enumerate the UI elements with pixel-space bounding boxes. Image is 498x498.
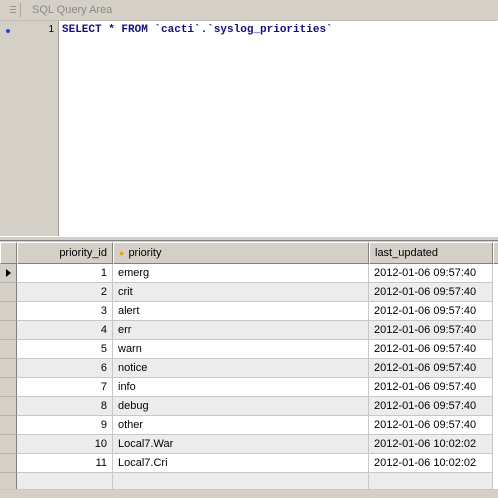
- table-row[interactable]: 11 Local7.Cri 2012-01-06 10:02:02: [0, 454, 498, 473]
- row-selector[interactable]: [0, 321, 17, 340]
- row-selector[interactable]: [0, 264, 17, 283]
- result-grid[interactable]: priority_id ● priority last_updated 1 eme…: [0, 242, 498, 498]
- key-icon: ●: [119, 248, 125, 258]
- table-row[interactable]: 4 err 2012-01-06 09:57:40: [0, 321, 498, 340]
- cell-priority[interactable]: info: [113, 378, 369, 397]
- table-row[interactable]: 6 notice 2012-01-06 09:57:40: [0, 359, 498, 378]
- cell-last-updated[interactable]: 2012-01-06 09:57:40: [369, 378, 493, 397]
- query-area-title: SQL Query Area: [32, 4, 113, 16]
- current-row-arrow-icon: [6, 269, 11, 277]
- cell-priority[interactable]: warn: [113, 340, 369, 359]
- column-header-priority-id[interactable]: priority_id: [17, 242, 113, 264]
- cell-priority[interactable]: err: [113, 321, 369, 340]
- table-row[interactable]: 8 debug 2012-01-06 09:57:40: [0, 397, 498, 416]
- table-row[interactable]: 10 Local7.War 2012-01-06 10:02:02: [0, 435, 498, 454]
- cell-last-updated[interactable]: 2012-01-06 09:57:40: [369, 321, 493, 340]
- cell-last-updated[interactable]: 2012-01-06 09:57:40: [369, 397, 493, 416]
- cell-priority[interactable]: notice: [113, 359, 369, 378]
- cell-priority-id[interactable]: 6: [17, 359, 113, 378]
- row-selector[interactable]: [0, 359, 17, 378]
- line-gutter: 1: [0, 21, 59, 236]
- cell-priority[interactable]: alert: [113, 302, 369, 321]
- cell-priority[interactable]: debug: [113, 397, 369, 416]
- sql-editor[interactable]: SELECT * FROM `cacti`.`syslog_priorities…: [59, 21, 498, 236]
- cell-priority[interactable]: Local7.Cri: [113, 454, 369, 473]
- row-selector[interactable]: [0, 378, 17, 397]
- cell-last-updated[interactable]: 2012-01-06 09:57:40: [369, 359, 493, 378]
- cell-last-updated[interactable]: 2012-01-06 09:57:40: [369, 264, 493, 283]
- cell-priority-id[interactable]: 2: [17, 283, 113, 302]
- column-header-priority[interactable]: ● priority: [113, 242, 369, 264]
- cell-priority-id[interactable]: 11: [17, 454, 113, 473]
- column-header-label: priority: [128, 247, 162, 259]
- row-selector[interactable]: [0, 397, 17, 416]
- column-header-last-updated[interactable]: last_updated: [369, 242, 493, 264]
- cell-priority[interactable]: Local7.War: [113, 435, 369, 454]
- table-row[interactable]: 7 info 2012-01-06 09:57:40: [0, 378, 498, 397]
- query-area-header: SQL Query Area: [0, 0, 496, 21]
- table-row[interactable]: 1 emerg 2012-01-06 09:57:40: [0, 264, 498, 283]
- cell-last-updated[interactable]: 2012-01-06 09:57:40: [369, 340, 493, 359]
- cell-priority-id[interactable]: 1: [17, 264, 113, 283]
- cell-last-updated[interactable]: 2012-01-06 09:57:40: [369, 283, 493, 302]
- sql-query-text[interactable]: SELECT * FROM `cacti`.`syslog_priorities…: [62, 24, 333, 37]
- table-row[interactable]: 5 warn 2012-01-06 09:57:40: [0, 340, 498, 359]
- row-selector[interactable]: [0, 283, 17, 302]
- table-row[interactable]: 2 crit 2012-01-06 09:57:40: [0, 283, 498, 302]
- current-line-marker-icon: [6, 29, 10, 33]
- row-selector[interactable]: [0, 340, 17, 359]
- cell-priority-id[interactable]: 8: [17, 397, 113, 416]
- sql-query-panel: SQL Query Area 1 SELECT * FROM `cacti`.`…: [0, 0, 498, 236]
- header-filler: [493, 242, 498, 264]
- table-row[interactable]: 3 alert 2012-01-06 09:57:40: [0, 302, 498, 321]
- column-header-label: priority_id: [59, 247, 107, 259]
- row-selector[interactable]: [0, 416, 17, 435]
- cell-priority-id[interactable]: 5: [17, 340, 113, 359]
- row-selector[interactable]: [0, 435, 17, 454]
- row-selector[interactable]: [0, 302, 17, 321]
- cell-priority[interactable]: crit: [113, 283, 369, 302]
- cell-priority[interactable]: other: [113, 416, 369, 435]
- cell-last-updated[interactable]: 2012-01-06 10:02:02: [369, 454, 493, 473]
- cell-last-updated[interactable]: 2012-01-06 09:57:40: [369, 302, 493, 321]
- cell-last-updated[interactable]: 2012-01-06 10:02:02: [369, 435, 493, 454]
- panel-splitter[interactable]: [0, 236, 498, 241]
- cell-priority-id[interactable]: 10: [17, 435, 113, 454]
- row-indicator-header: [0, 242, 17, 264]
- row-selector[interactable]: [0, 454, 17, 473]
- column-header-label: last_updated: [375, 247, 438, 259]
- cell-priority-id[interactable]: 3: [17, 302, 113, 321]
- grid-rows: 1 emerg 2012-01-06 09:57:40 2 crit 2012-…: [0, 264, 498, 492]
- table-row[interactable]: 9 other 2012-01-06 09:57:40: [0, 416, 498, 435]
- cell-priority-id[interactable]: 7: [17, 378, 113, 397]
- cell-priority[interactable]: emerg: [113, 264, 369, 283]
- panel-grip-icon[interactable]: [4, 3, 21, 17]
- cell-priority-id[interactable]: 9: [17, 416, 113, 435]
- line-number: 1: [48, 24, 54, 35]
- cell-last-updated[interactable]: 2012-01-06 09:57:40: [369, 416, 493, 435]
- horizontal-scrollbar[interactable]: [0, 489, 498, 498]
- cell-priority-id[interactable]: 4: [17, 321, 113, 340]
